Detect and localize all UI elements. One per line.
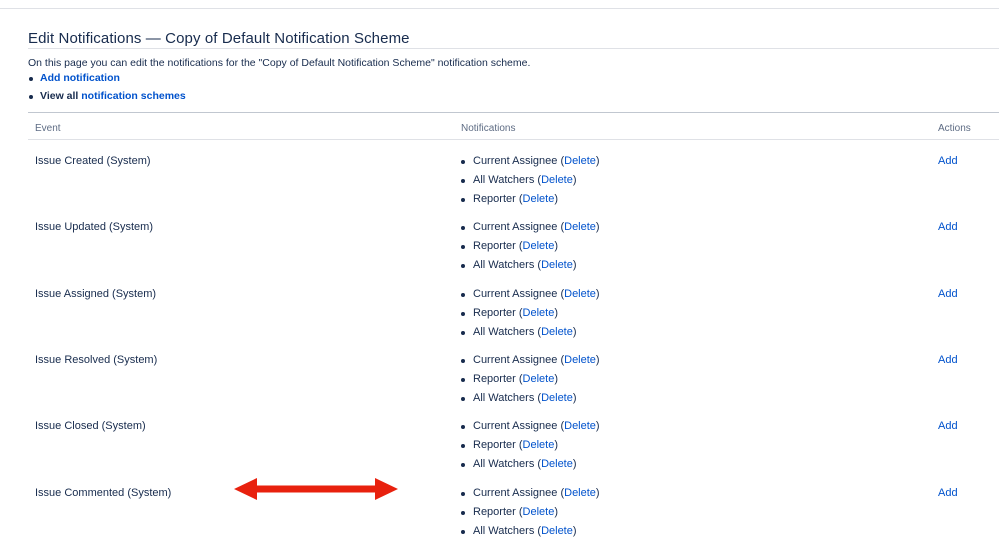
notification-item: All Watchers (Delete) [461,522,600,537]
delete-notification-link[interactable]: Delete [564,354,596,366]
delete-notification-link[interactable]: Delete [523,506,555,518]
notification-recipient: Current Assignee [473,287,558,300]
event-name: Issue Commented (System) [35,486,172,499]
double-headed-arrow-icon [234,478,398,500]
notification-recipient: Reporter [473,193,516,205]
delete-notification-link[interactable]: Delete [564,487,596,499]
notification-list: Current Assignee (Delete) Reporter (Delet… [461,417,600,474]
delete-notification-link[interactable]: Delete [541,458,573,470]
page-description: On this page you can edit the notificati… [28,57,531,69]
notification-list: Current Assignee (Delete) Reporter (Delet… [461,484,600,537]
notification-recipient: All Watchers [473,391,535,404]
table-top-divider [28,112,999,113]
top-divider [0,8,999,9]
table-row: Issue Created (System) Current Assignee (… [28,146,999,212]
column-header-actions: Actions [938,123,971,134]
notification-recipient: Current Assignee [473,486,558,499]
notification-recipient: All Watchers [473,524,535,537]
delete-notification-link[interactable]: Delete [564,221,596,233]
add-notification-row-link[interactable]: Add [938,288,958,300]
notification-recipient: All Watchers [473,458,535,471]
event-name: Issue Assigned (System) [35,287,157,300]
delete-notification-link[interactable]: Delete [523,240,555,252]
notification-item: Reporter (Delete) [461,304,600,323]
add-notification-row-link[interactable]: Add [938,155,958,167]
notification-item: All Watchers (Delete) [461,323,600,342]
column-header-notifications: Notifications [461,123,516,134]
notification-item: Reporter (Delete) [461,436,600,455]
page-title: Edit Notifications — Copy of Default Not… [28,30,410,47]
delete-notification-link[interactable]: Delete [523,307,555,319]
delete-notification-link[interactable]: Delete [541,326,573,338]
notification-recipient: All Watchers [473,174,535,186]
delete-notification-link[interactable]: Delete [564,288,596,300]
operations-item-add: Add notification [28,70,186,88]
add-notification-row-link[interactable]: Add [938,420,958,432]
table-row: Issue Assigned (System) Current Assignee … [28,279,999,345]
notification-recipient: Current Assignee [473,353,558,366]
notification-recipient: Current Assignee [473,221,558,234]
notification-item: Reporter (Delete) [461,503,600,522]
add-notification-row-link[interactable]: Add [938,354,958,366]
add-notification-row-link[interactable]: Add [938,221,958,233]
table-row: Issue Commented (System) Current Assignee… [28,478,999,537]
title-divider [28,48,999,49]
delete-notification-link[interactable]: Delete [564,420,596,432]
delete-notification-link[interactable]: Delete [541,259,573,271]
notification-item: Reporter (Delete) [461,237,600,256]
event-name: Issue Resolved (System) [35,353,158,366]
notification-item: Current Assignee (Delete) [461,285,600,304]
view-all-prefix: View all [40,89,79,102]
notification-recipient: All Watchers [473,325,535,338]
event-name: Issue Updated (System) [35,221,153,234]
notification-list: Current Assignee (Delete) Reporter (Delet… [461,285,600,342]
notification-recipient: All Watchers [473,259,535,272]
delete-notification-link[interactable]: Delete [523,439,555,451]
operations-list: Add notification View all notification s… [28,70,186,105]
notification-recipient: Current Assignee [473,420,558,433]
notification-item: All Watchers (Delete) [461,389,600,408]
notification-item: Current Assignee (Delete) [461,152,600,171]
event-name: Issue Created (System) [35,155,151,167]
notification-item: Current Assignee (Delete) [461,218,600,237]
event-name: Issue Closed (System) [35,420,146,433]
notification-recipient: Reporter [473,439,516,452]
delete-notification-link[interactable]: Delete [541,525,573,537]
notification-item: All Watchers (Delete) [461,171,600,190]
add-notification-link[interactable]: Add notification [40,72,120,84]
table-row: Issue Closed (System) Current Assignee (D… [28,411,999,477]
notification-recipient: Reporter [473,505,516,518]
notification-item: Current Assignee (Delete) [461,484,600,503]
delete-notification-link[interactable]: Delete [523,193,555,205]
add-notification-row-link[interactable]: Add [938,487,958,499]
delete-notification-link[interactable]: Delete [541,392,573,404]
notification-list: Current Assignee (Delete) Reporter (Delet… [461,351,600,408]
table-header-divider [28,139,999,140]
notification-item: Current Assignee (Delete) [461,417,600,436]
notification-list: Current Assignee (Delete) All Watchers (D… [461,152,600,209]
notification-item: Reporter (Delete) [461,190,600,209]
delete-notification-link[interactable]: Delete [523,373,555,385]
notification-item: All Watchers (Delete) [461,455,600,474]
delete-notification-link[interactable]: Delete [564,155,596,167]
table-row: Issue Updated (System) Current Assignee (… [28,212,999,278]
delete-notification-link[interactable]: Delete [541,174,573,186]
operations-item-view-all: View all notification schemes [28,88,186,106]
table-row: Issue Resolved (System) Current Assignee … [28,345,999,411]
notification-item: Reporter (Delete) [461,370,600,389]
notification-item: Current Assignee (Delete) [461,351,600,370]
notification-item: All Watchers (Delete) [461,256,600,275]
notification-recipient: Reporter [473,306,516,319]
notification-recipient: Current Assignee [473,155,558,167]
notification-recipient: Reporter [473,240,516,253]
notification-list: Current Assignee (Delete) Reporter (Delet… [461,218,600,275]
notification-recipient: Reporter [473,372,516,385]
notification-schemes-link[interactable]: notification schemes [81,90,185,102]
column-header-event: Event [35,123,61,134]
